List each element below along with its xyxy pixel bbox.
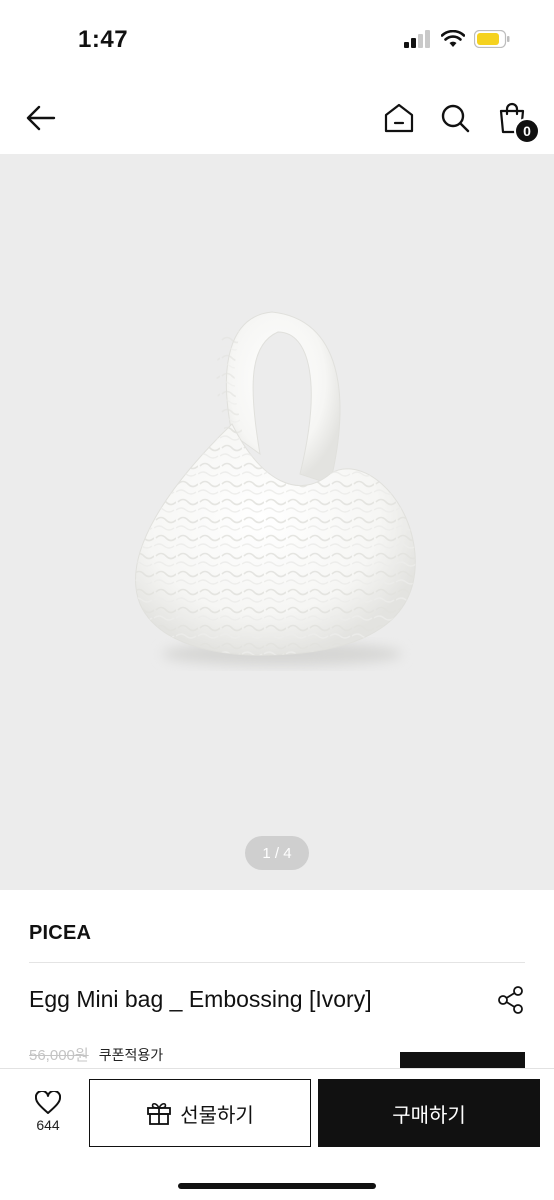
- like-button[interactable]: 644: [20, 1091, 76, 1151]
- gift-button-label: 선물하기: [180, 1104, 254, 1127]
- status-icons: [404, 30, 510, 48]
- product-image-gallery[interactable]: 1 / 4: [0, 154, 554, 890]
- back-button[interactable]: [21, 98, 61, 138]
- cart-count-badge: 0: [514, 118, 540, 144]
- home-button[interactable]: [379, 98, 419, 138]
- gift-icon: [147, 1102, 172, 1125]
- original-price: 56,000원: [29, 1047, 89, 1064]
- product-title: Egg Mini bag _ Embossing [Ivory]: [29, 986, 372, 1012]
- cart-button[interactable]: 0: [492, 98, 540, 144]
- search-icon: [441, 104, 470, 133]
- share-button[interactable]: [496, 985, 526, 1015]
- battery-icon: [474, 30, 510, 48]
- top-nav-bar: 0: [0, 84, 554, 154]
- buy-button[interactable]: 구매하기: [318, 1079, 540, 1147]
- image-pager: 1 / 4: [245, 836, 309, 870]
- gift-button[interactable]: 선물하기: [89, 1079, 311, 1147]
- like-count: 644: [36, 1117, 60, 1133]
- share-icon: [498, 986, 523, 1014]
- search-button[interactable]: [435, 98, 475, 138]
- coupon-price-label: 쿠폰적용가: [98, 1046, 164, 1063]
- home-indicator: [178, 1183, 376, 1189]
- price-row: 56,000원 쿠폰적용가: [29, 1044, 163, 1065]
- divider: [29, 962, 525, 963]
- product-image: [135, 311, 416, 666]
- arrow-left-icon: [26, 105, 56, 131]
- status-time: 1:47: [78, 26, 129, 53]
- brand-name[interactable]: PICEA: [29, 922, 91, 945]
- home-icon: [384, 103, 414, 133]
- buy-button-label: 구매하기: [392, 1104, 466, 1127]
- heart-icon: [35, 1091, 61, 1114]
- status-bar: 1:47: [0, 0, 554, 84]
- bottom-action-bar: 644 선물하기 구매하기: [0, 1068, 554, 1200]
- cellular-signal-icon: [404, 30, 430, 48]
- wifi-icon: [441, 30, 465, 47]
